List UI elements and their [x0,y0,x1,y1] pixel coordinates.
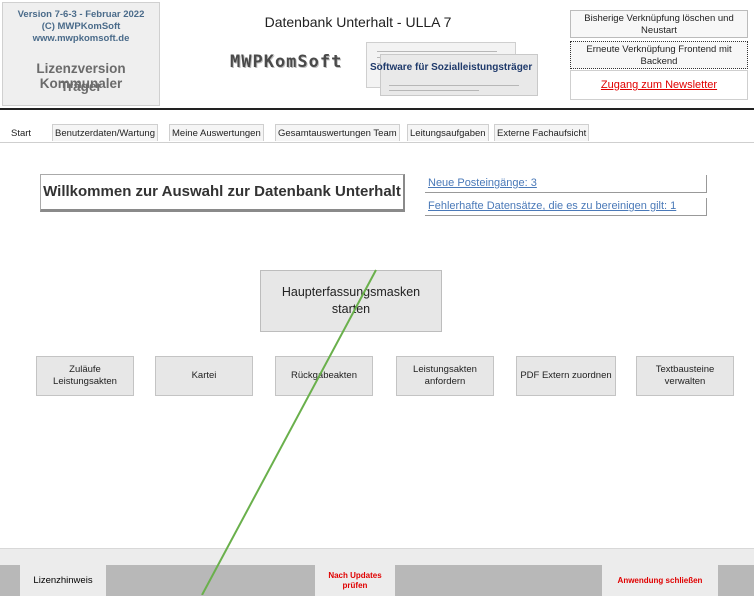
copyright-text: (C) MWPKomSoft [41,21,121,32]
license-notice-button[interactable]: Lizenzhinweis [20,565,106,596]
version-info-box: Version 7-6-3 - Februar 2022 (C) MWPKomS… [2,2,160,106]
license-line-2: Träger [60,79,102,94]
tab-meine-auswertungen[interactable]: Meine Auswertungen [169,124,264,141]
tab-start[interactable]: Start [8,124,35,141]
website-text: www.mwpkomsoft.de [32,33,130,44]
database-title: Datenbank Unterhalt - ULLA 7 [264,14,452,30]
check-updates-line-2: prüfen [342,580,368,590]
card-index-button[interactable]: Kartei [155,356,253,396]
version-text: Version 7-6-3 - Februar 2022 [17,9,145,20]
start-main-forms-button[interactable]: Haupterfassungsmasken starten [260,270,442,332]
manage-text-blocks-button[interactable]: Textbausteine verwalten [636,356,734,396]
logo-text: MWPKomSoft [230,52,343,72]
button-label-line-2: anfordern [424,376,466,387]
check-updates-line-1: Nach Updates [328,570,382,580]
button-label-line-1: Textbausteine [655,364,715,375]
request-service-files-button[interactable]: Leistungsakten anfordern [396,356,494,396]
logo: MWPKomSoft Software für Sozialleistungst… [224,34,544,98]
button-label-line-2: Leistungsakten [53,376,117,387]
app-header: Version 7-6-3 - Februar 2022 (C) MWPKomS… [0,0,754,110]
relink-frontend-button[interactable]: Erneute Verknüpfung Frontend mit Backend [570,41,748,69]
footer: Lizenzhinweis Nach Updates prüfen Anwendu… [0,548,754,596]
newsletter-link[interactable]: Zugang zum Newsletter [570,70,748,100]
main-button-line-1: Haupterfassungsmasken [281,285,421,299]
logo-subtitle: Software für Sozialleistungsträger [370,62,533,73]
tab-externe-fachaufsicht[interactable]: Externe Fachaufsicht [494,124,590,141]
tab-leitungsaufgaben[interactable]: Leitungsaufgaben [407,124,489,141]
returned-files-button[interactable]: Rückgabeakten [275,356,373,396]
faulty-records-link[interactable]: Fehlerhafte Datensätze, die es zu berein… [425,198,707,216]
close-application-button[interactable]: Anwendung schließen [602,565,718,596]
tab-bar: Start Benutzerdaten/Wartung Meine Auswer… [0,121,754,143]
tab-gesamtauswertungen-team[interactable]: Gesamtauswertungen Team [275,124,400,141]
button-label-line-1: Zuläufe [69,364,101,375]
document-graphic-2 [380,54,538,96]
welcome-heading: Willkommen zur Auswahl zur Datenbank Unt… [40,174,405,212]
button-label-line-1: Kartei [191,370,217,381]
new-inbox-link[interactable]: Neue Posteingänge: 3 [425,175,707,193]
reset-link-button[interactable]: Bisherige Verknüpfung löschen und Neusta… [570,10,748,38]
button-label-line-2: verwalten [664,376,706,387]
assign-external-pdf-button[interactable]: PDF Extern zuordnen [516,356,616,396]
main-button-line-2: starten [331,302,371,316]
check-updates-button[interactable]: Nach Updates prüfen [315,565,395,596]
incoming-service-files-button[interactable]: Zuläufe Leistungsakten [36,356,134,396]
tab-benutzerdaten-wartung[interactable]: Benutzerdaten/Wartung [52,124,158,141]
button-label-line-1: Rückgabeakten [290,370,358,381]
button-label-line-1: PDF Extern zuordnen [520,370,612,381]
button-label-line-1: Leistungsakten [413,364,477,375]
